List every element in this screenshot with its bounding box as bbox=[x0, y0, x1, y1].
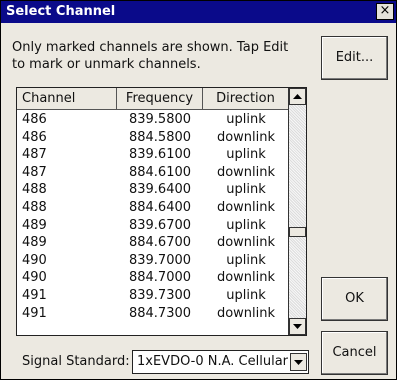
edit-button[interactable]: Edit... bbox=[321, 36, 388, 80]
column-header-channel[interactable]: Channel bbox=[17, 88, 117, 109]
table-row[interactable]: 486 839.5800 uplink bbox=[17, 111, 289, 129]
frequency-cell: 884.6400 bbox=[128, 199, 192, 215]
channel-cell: 491 bbox=[22, 305, 47, 321]
list-header: Channel Frequency Direction bbox=[17, 88, 289, 110]
frequency-cell: 884.6100 bbox=[128, 164, 192, 180]
channel-cell: 490 bbox=[22, 252, 47, 268]
channel-cell: 487 bbox=[22, 147, 47, 163]
direction-cell: downlink bbox=[216, 129, 276, 145]
table-row[interactable]: 491 884.7300 downlink bbox=[17, 305, 289, 323]
scroll-thumb[interactable] bbox=[289, 227, 306, 237]
direction-cell: uplink bbox=[226, 252, 266, 268]
title-bar: Select Channel × bbox=[1, 1, 396, 23]
dropdown-button[interactable] bbox=[290, 353, 307, 371]
channel-cell: 489 bbox=[22, 217, 47, 233]
table-row[interactable]: 488 839.6400 uplink bbox=[17, 181, 289, 199]
frequency-cell: 884.6700 bbox=[128, 235, 192, 251]
direction-cell: downlink bbox=[216, 305, 276, 321]
frequency-cell: 839.5800 bbox=[128, 112, 192, 127]
channel-cell: 488 bbox=[22, 182, 47, 198]
arrow-down-icon bbox=[293, 324, 302, 329]
frequency-cell: 839.7000 bbox=[128, 252, 192, 268]
table-row[interactable]: 491 839.7300 uplink bbox=[17, 287, 289, 305]
table-row[interactable]: 489 839.6700 uplink bbox=[17, 217, 289, 235]
frequency-cell: 884.5800 bbox=[128, 129, 192, 145]
close-button[interactable]: × bbox=[376, 3, 394, 20]
table-row[interactable]: 486 884.5800 downlink bbox=[17, 129, 289, 147]
channel-cell: 488 bbox=[22, 199, 47, 215]
channel-cell: 491 bbox=[22, 287, 47, 303]
direction-cell: downlink bbox=[216, 199, 276, 215]
table-row[interactable]: 490 884.7000 downlink bbox=[17, 269, 289, 287]
table-row[interactable]: 487 839.6100 uplink bbox=[17, 146, 289, 164]
ok-button[interactable]: OK bbox=[321, 277, 388, 321]
frequency-cell: 884.7300 bbox=[128, 305, 192, 321]
channel-list[interactable]: Channel Frequency Direction 486 839.5800 u… bbox=[16, 87, 307, 336]
signal-standard-label: Signal Standard: bbox=[22, 354, 130, 369]
frequency-cell: 884.7000 bbox=[128, 270, 192, 286]
direction-cell: uplink bbox=[226, 147, 266, 163]
chevron-down-icon bbox=[294, 360, 303, 365]
direction-cell: downlink bbox=[216, 164, 276, 180]
direction-cell: downlink bbox=[216, 235, 276, 251]
signal-standard-value: 1xEVDO-0 N.A. Cellular bbox=[137, 354, 289, 369]
channel-cell: 486 bbox=[22, 129, 47, 145]
vertical-scrollbar[interactable] bbox=[288, 88, 306, 335]
direction-cell: uplink bbox=[226, 182, 266, 198]
arrow-up-icon bbox=[293, 94, 302, 99]
table-row[interactable]: 490 839.7000 uplink bbox=[17, 252, 289, 270]
frequency-cell: 839.6100 bbox=[128, 147, 192, 163]
column-header-direction[interactable]: Direction bbox=[203, 88, 289, 109]
column-header-frequency[interactable]: Frequency bbox=[117, 88, 203, 109]
table-row[interactable]: 487 884.6100 downlink bbox=[17, 164, 289, 182]
channel-cell: 487 bbox=[22, 164, 47, 180]
signal-standard-dropdown[interactable]: 1xEVDO-0 N.A. Cellular bbox=[132, 350, 309, 374]
list-rows: 486 839.5800 uplink 486 884.5800 downlink 487 8… bbox=[17, 111, 289, 322]
cancel-button[interactable]: Cancel bbox=[321, 331, 388, 375]
channel-cell: 489 bbox=[22, 235, 47, 251]
channel-cell: 490 bbox=[22, 270, 47, 286]
select-channel-dialog: Select Channel × Only marked channels ar… bbox=[0, 0, 397, 380]
table-row[interactable]: 488 884.6400 downlink bbox=[17, 199, 289, 217]
frequency-cell: 839.6400 bbox=[128, 182, 192, 198]
scroll-down-button[interactable] bbox=[289, 318, 306, 335]
frequency-cell: 839.6700 bbox=[128, 217, 192, 233]
frequency-cell: 839.7300 bbox=[128, 287, 192, 303]
instruction-text: Only marked channels are shown. Tap Edit… bbox=[12, 40, 289, 72]
channel-cell: 486 bbox=[22, 112, 47, 127]
direction-cell: downlink bbox=[216, 270, 276, 286]
direction-cell: uplink bbox=[226, 112, 266, 127]
direction-cell: uplink bbox=[226, 287, 266, 303]
direction-cell: uplink bbox=[226, 217, 266, 233]
scroll-up-button[interactable] bbox=[289, 88, 306, 105]
window-title: Select Channel bbox=[6, 4, 116, 19]
table-row[interactable]: 489 884.6700 downlink bbox=[17, 234, 289, 252]
